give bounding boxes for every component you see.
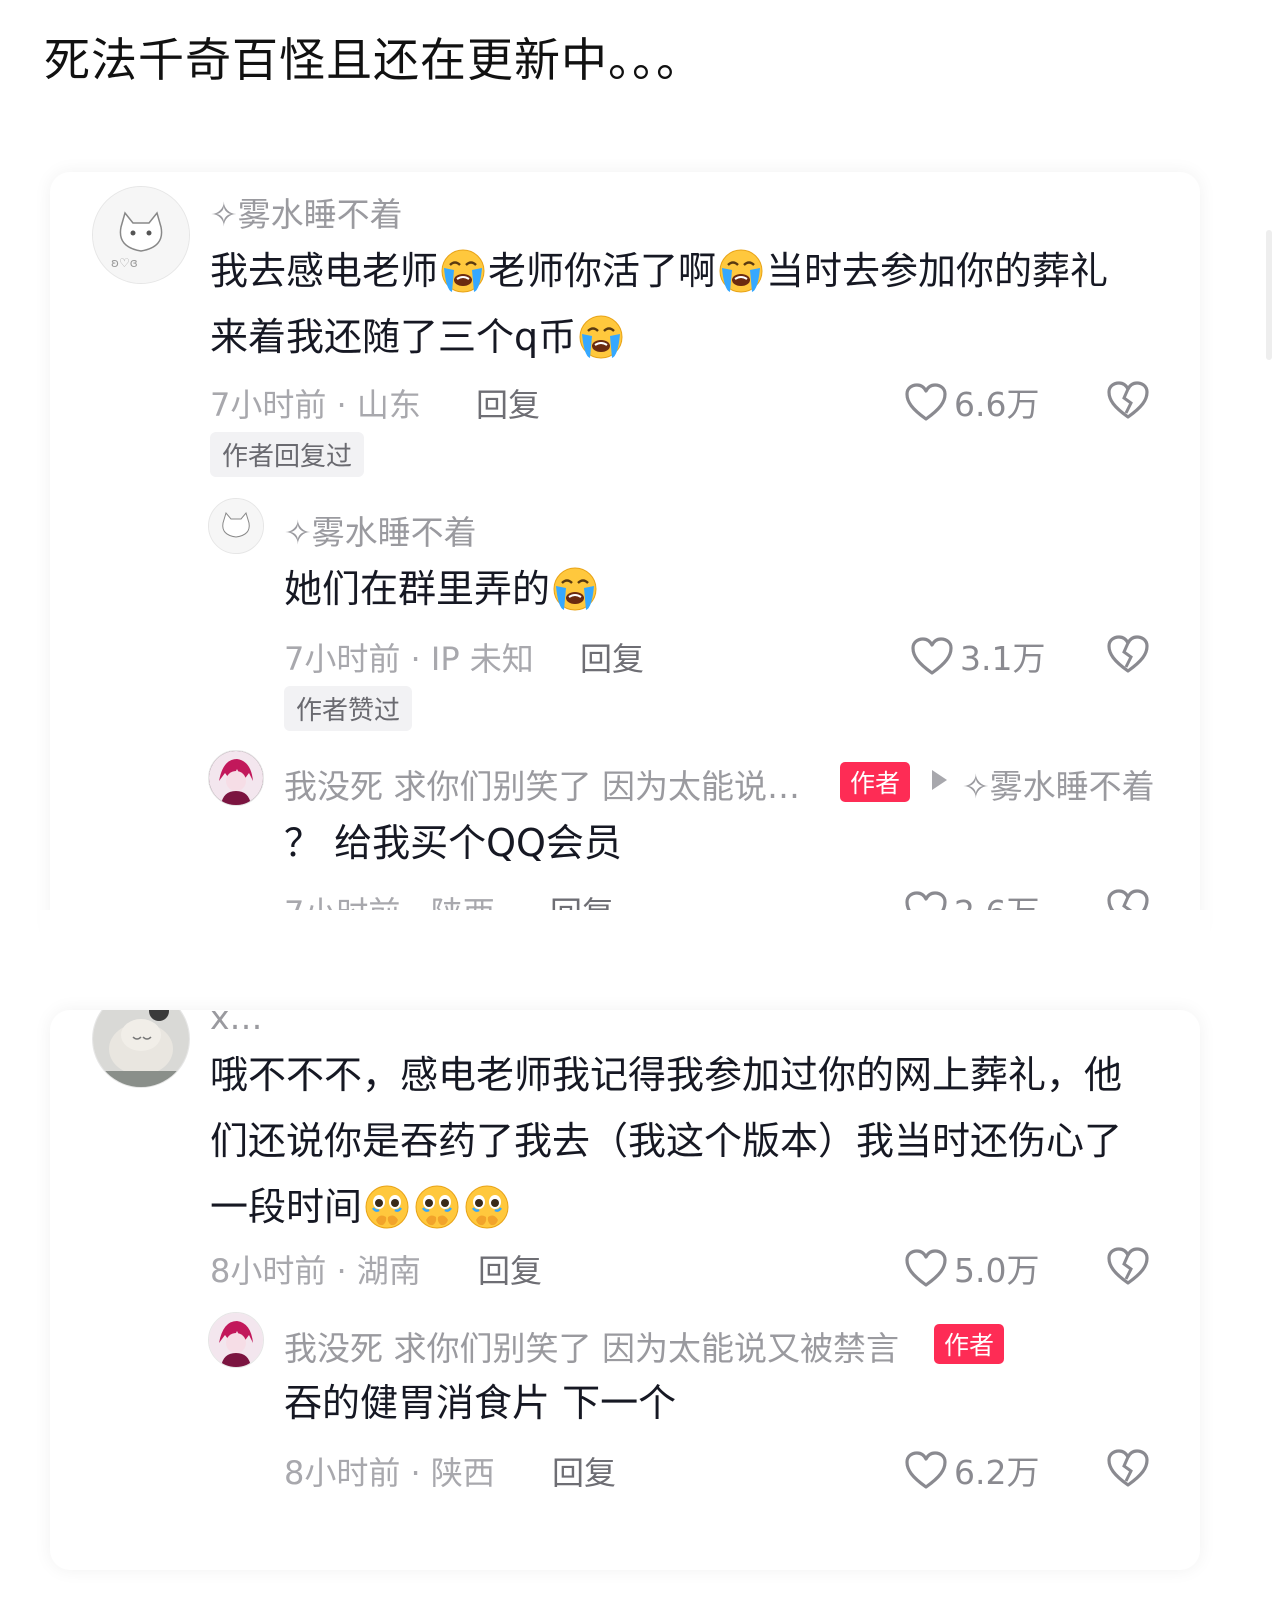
face-holding-back-tears-emoji-icon — [364, 1184, 410, 1230]
comment-text-part: 老师你活了啊 — [488, 249, 717, 293]
comment-text-part: 当时去参加你的葬礼 — [766, 249, 1109, 293]
like-count: 5.0万 — [954, 1251, 1040, 1290]
avatar[interactable] — [208, 498, 264, 554]
heart-outline-icon — [904, 1248, 948, 1288]
reply-text: 她们在群里弄的 — [284, 556, 1164, 622]
reply-button[interactable]: 回复 — [552, 1448, 616, 1494]
comment-text-part: 一段时间 — [210, 1185, 363, 1229]
reply-to-username[interactable]: ✧雾水睡不着 — [962, 760, 1155, 808]
comment-text-part: 来着我还随了三个q币 — [210, 315, 577, 359]
face-holding-back-tears-emoji-icon — [464, 1184, 510, 1230]
broken-heart-icon[interactable] — [1106, 1448, 1150, 1488]
comment-username[interactable]: ✧雾水睡不着 — [210, 188, 403, 236]
heart-outline-icon — [904, 1450, 948, 1490]
avatar[interactable]: ʚ♡ɞ — [92, 186, 190, 284]
reply-to-arrow-icon — [932, 770, 947, 790]
reply-meta: 8小时前 · 陕西 — [284, 1454, 495, 1492]
crop-mask — [40, 910, 1210, 970]
svg-text:ʚ♡ɞ: ʚ♡ɞ — [111, 256, 138, 270]
comment-text-part: 们还说你是吞药了我去（我这个版本）我当时还伤心了 — [210, 1119, 1123, 1163]
reply-button[interactable]: 回复 — [478, 1246, 542, 1292]
avatar[interactable] — [208, 750, 264, 806]
like-count: 6.2万 — [954, 1453, 1040, 1492]
author-badge: 作者 — [840, 762, 911, 802]
broken-heart-icon[interactable] — [1106, 380, 1150, 420]
broken-heart-icon[interactable] — [1106, 1246, 1150, 1286]
comment-text-part: 我去感电老师 — [210, 249, 439, 293]
reply-button[interactable]: 回复 — [476, 380, 540, 426]
post-title: 死法千奇百怪且还在更新中。。。 — [44, 33, 703, 87]
loudly-crying-emoji-icon — [718, 248, 764, 294]
comment-text: 哦不不不，感电老师我记得我参加过你的网上葬礼，他 们还说你是吞药了我去（我这个版本… — [210, 1042, 1190, 1240]
comment-card: ʚ♡ɞ ✧雾水睡不着 我去感电老师 老师你活了啊 当时去参加你的葬礼来着我还随了三个… — [50, 172, 1200, 942]
like-count: 6.6万 — [954, 385, 1040, 424]
heart-outline-icon — [904, 382, 948, 422]
comment-text-part: 哦不不不，感电老师我记得我参加过你的网上葬礼，他 — [210, 1053, 1123, 1097]
comment-text: 我去感电老师 老师你活了啊 当时去参加你的葬礼来着我还随了三个q币 — [210, 238, 1170, 370]
face-holding-back-tears-emoji-icon — [414, 1184, 460, 1230]
comment-username[interactable]: x… — [210, 1010, 263, 1037]
author-badge: 作者 — [934, 1324, 1005, 1364]
reply-text-part: 她们在群里弄的 — [284, 567, 551, 611]
reply-username[interactable]: 我没死 求你们别笑了 因为太能说… — [284, 760, 800, 808]
reply-text: 吞的健胃消食片 下一个 — [284, 1381, 677, 1425]
like-button[interactable]: 6.2万 — [904, 1446, 1039, 1494]
reply-button[interactable]: 回复 — [580, 634, 644, 680]
broken-heart-icon[interactable] — [1106, 634, 1150, 674]
like-button[interactable]: 5.0万 — [904, 1244, 1039, 1292]
comment-card: x… 哦不不不，感电老师我记得我参加过你的网上葬礼，他 们还说你是吞药了我去（我这… — [50, 1010, 1200, 1570]
loudly-crying-emoji-icon — [552, 566, 598, 612]
scrollbar[interactable] — [1266, 230, 1272, 360]
like-button[interactable]: 6.6万 — [904, 378, 1039, 426]
author-liked-tag: 作者赞过 — [284, 686, 413, 731]
reply-username[interactable]: 我没死 求你们别笑了 因为太能说又被禁言 — [284, 1322, 899, 1370]
heart-outline-icon — [910, 636, 954, 676]
reply-username[interactable]: ✧雾水睡不着 — [284, 506, 477, 554]
comment-meta: 7小时前 · 山东 — [210, 386, 421, 424]
like-count: 3.1万 — [960, 639, 1046, 678]
reply-text: ？ 给我买个QQ会员 — [284, 821, 622, 865]
like-button[interactable]: 3.1万 — [910, 632, 1045, 680]
comment-meta: 8小时前 · 湖南 — [210, 1252, 421, 1290]
loudly-crying-emoji-icon — [440, 248, 486, 294]
avatar[interactable] — [92, 1010, 190, 1088]
loudly-crying-emoji-icon — [578, 314, 624, 360]
avatar[interactable] — [208, 1312, 264, 1368]
reply-meta: 7小时前 · IP 未知 — [284, 640, 534, 678]
author-replied-tag: 作者回复过 — [210, 432, 365, 477]
